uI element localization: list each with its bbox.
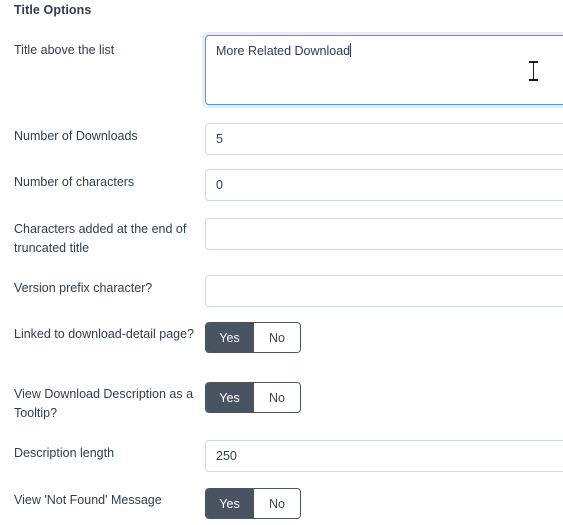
- field-view-download-description-as-tooltip: Yes No: [205, 382, 301, 413]
- title-above-the-list-textarea[interactable]: [205, 35, 563, 105]
- field-number-of-characters: [205, 169, 563, 201]
- field-linked-to-download-detail-page: Yes No: [205, 322, 301, 353]
- label-view-not-found-message: View 'Not Found' Message: [14, 493, 162, 507]
- view-download-description-as-tooltip-option-yes[interactable]: Yes: [206, 383, 253, 412]
- title-options-panel: Title Options Title above the list More …: [0, 0, 563, 525]
- view-download-description-as-tooltip-option-no[interactable]: No: [253, 383, 300, 412]
- characters-added-input[interactable]: [205, 218, 563, 250]
- label-version-prefix-character: Version prefix character?: [14, 281, 153, 295]
- field-title-above-the-list: More Related Download: [205, 35, 563, 105]
- field-version-prefix-character: [205, 275, 563, 307]
- view-not-found-message-option-yes[interactable]: Yes: [206, 489, 253, 518]
- field-view-not-found-message: Yes No: [205, 488, 301, 519]
- version-prefix-character-input[interactable]: [205, 275, 563, 307]
- label-title-above-the-list: Title above the list: [14, 43, 115, 57]
- number-of-downloads-input[interactable]: [205, 123, 563, 155]
- label-view-download-description-as-tooltip: View Download Description as a Tooltip?: [14, 387, 194, 420]
- view-not-found-message-toggle[interactable]: Yes No: [205, 488, 301, 519]
- label-description-length: Description length: [14, 446, 115, 460]
- label-characters-added-at-end-of-truncated-title: Characters added at the end of truncated…: [14, 222, 187, 255]
- view-not-found-message-option-no[interactable]: No: [253, 489, 300, 518]
- field-number-of-downloads: [205, 123, 563, 155]
- view-download-description-as-tooltip-toggle[interactable]: Yes No: [205, 382, 301, 413]
- number-of-characters-input[interactable]: [205, 169, 563, 201]
- label-linked-to-download-detail-page: Linked to download-detail page?: [14, 327, 194, 341]
- linked-to-download-detail-page-toggle[interactable]: Yes No: [205, 322, 301, 353]
- label-number-of-characters: Number of characters: [14, 175, 135, 189]
- field-description-length: [205, 440, 563, 472]
- linked-to-download-detail-page-option-no[interactable]: No: [253, 323, 300, 352]
- label-number-of-downloads: Number of Downloads: [14, 129, 138, 143]
- field-characters-added: [205, 218, 563, 250]
- section-heading: Title Options: [14, 3, 92, 17]
- linked-to-download-detail-page-option-yes[interactable]: Yes: [206, 323, 253, 352]
- description-length-input[interactable]: [205, 440, 563, 472]
